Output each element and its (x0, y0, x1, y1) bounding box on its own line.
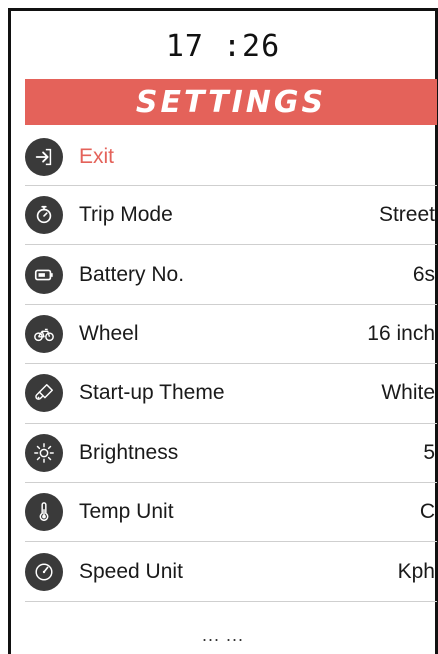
menu-item-label: Start-up Theme (79, 381, 225, 405)
menu-item-value: 16 inch (367, 321, 435, 345)
menu-item-label: Battery No. (79, 262, 185, 286)
device-screen: 17 :26 SETTINGS Exit Trip Mode Street Ba… (8, 8, 438, 654)
clock: 17 :26 (165, 29, 281, 64)
menu-item-start-up-theme[interactable]: Start-up Theme White (25, 364, 437, 424)
menu-item-value: C (419, 500, 435, 524)
menu-item-value: Street (378, 203, 435, 227)
menu-item-brightness[interactable]: Brightness 5 (25, 424, 437, 483)
menu-item-label: Brightness (79, 440, 179, 464)
paint-brush-icon (25, 374, 63, 413)
thermometer-icon (25, 493, 63, 532)
menu-item-label: Wheel (79, 321, 139, 345)
menu-item-trip-mode[interactable]: Trip Mode Street (25, 186, 437, 246)
menu-item-label: Exit (79, 145, 115, 168)
menu-item-temp-unit[interactable]: Temp Unit C (25, 483, 437, 543)
menu-item-exit[interactable]: Exit (25, 129, 437, 186)
speedometer-icon (25, 552, 63, 591)
menu-item-value: 5 (423, 440, 435, 464)
stopwatch-icon (25, 196, 63, 235)
settings-banner: SETTINGS (25, 79, 437, 125)
menu-item-value: 6s (412, 262, 435, 286)
menu-item-label: Trip Mode (79, 203, 173, 227)
sun-icon (25, 433, 63, 472)
settings-menu: Exit Trip Mode Street Battery No. 6s Whe… (25, 129, 437, 602)
exit-icon (25, 138, 63, 176)
menu-item-label: Speed Unit (79, 559, 183, 583)
battery-icon (25, 255, 63, 294)
menu-item-battery-no[interactable]: Battery No. 6s (25, 245, 437, 305)
menu-item-value: Kph (397, 559, 435, 583)
page-title: SETTINGS (135, 84, 327, 120)
bicycle-icon (25, 314, 63, 353)
menu-item-value: White (381, 381, 435, 405)
menu-item-speed-unit[interactable]: Speed Unit Kph (25, 542, 437, 602)
more-items-indicator[interactable]: ... ... (11, 625, 435, 646)
menu-item-label: Temp Unit (79, 500, 174, 524)
menu-item-wheel[interactable]: Wheel 16 inch (25, 305, 437, 365)
